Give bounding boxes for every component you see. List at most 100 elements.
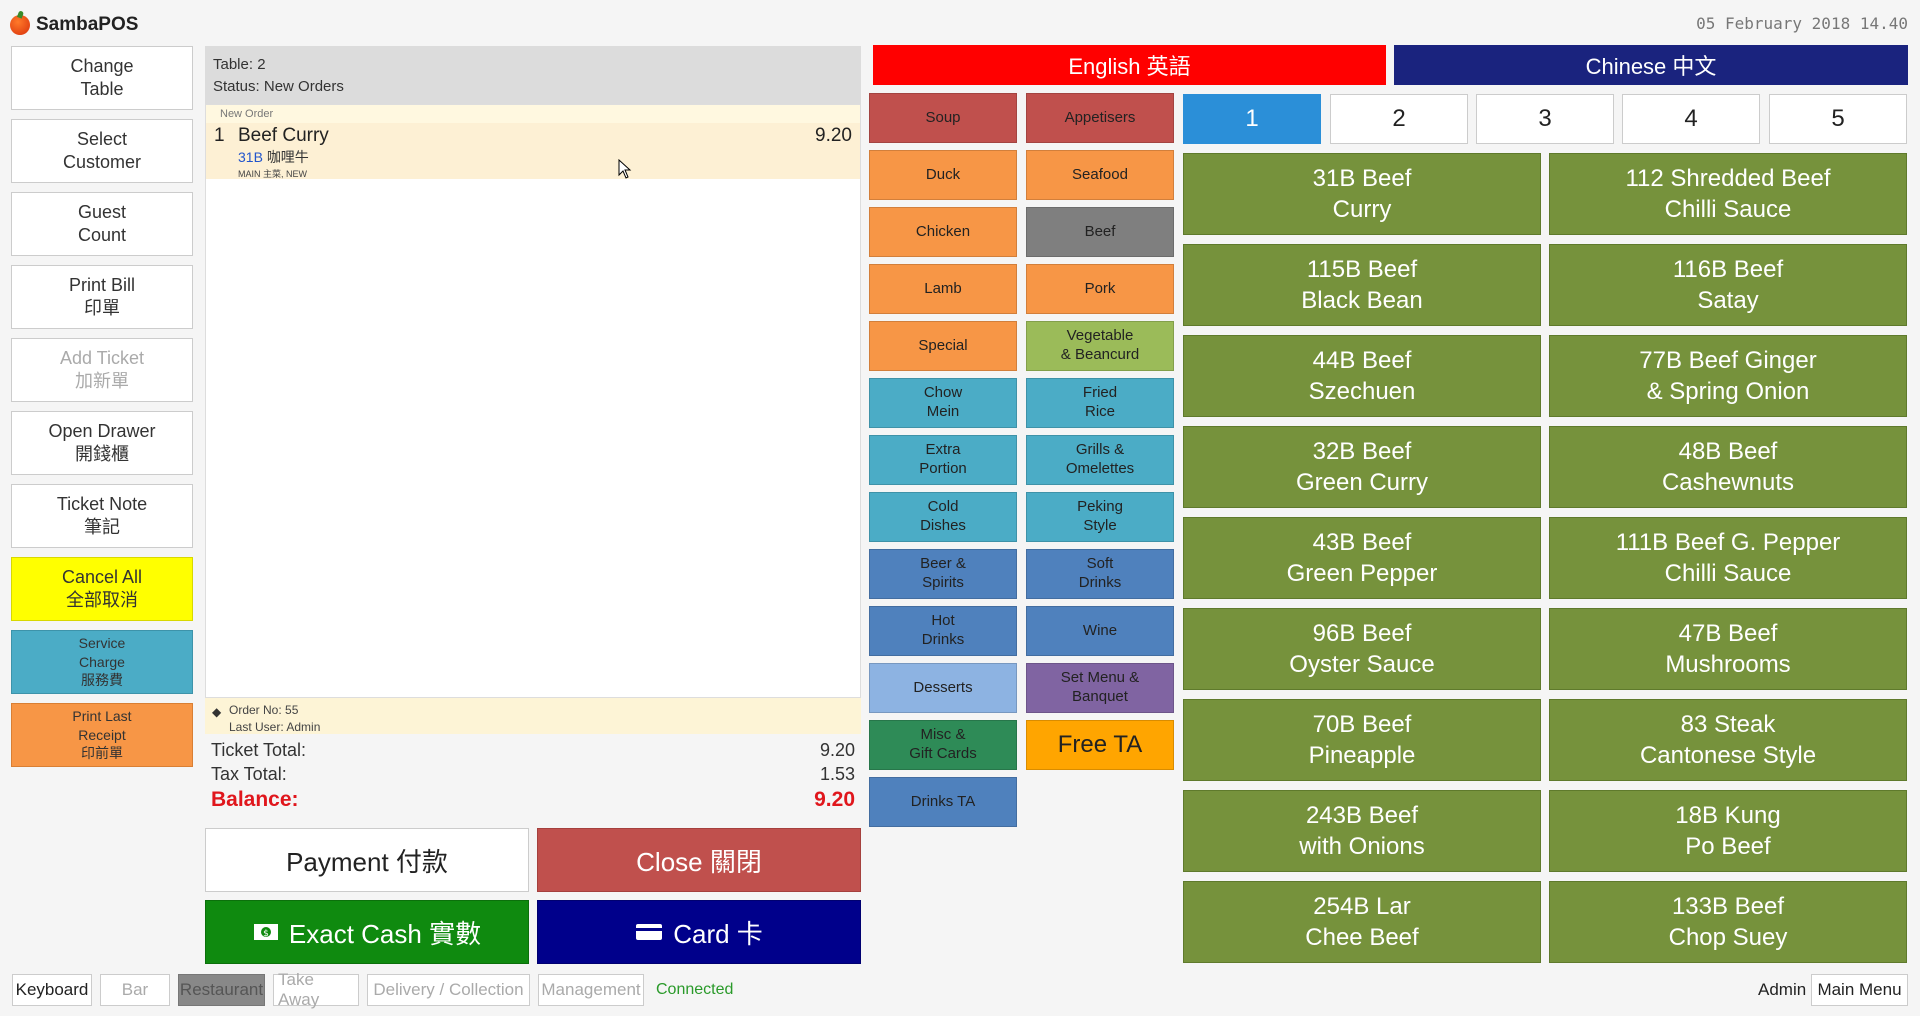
service-charge-button[interactable]: Service Charge 服務費 (11, 630, 193, 694)
svg-text:$: $ (263, 929, 269, 939)
print-bill-button[interactable]: Print Bill 印單 (11, 265, 193, 329)
menu-item[interactable]: 112 Shredded Beef Chilli Sauce (1549, 153, 1907, 235)
management-button[interactable]: Management (538, 974, 644, 1006)
menu-item[interactable]: 111B Beef G. Pepper Chilli Sauce (1549, 517, 1907, 599)
cash-icon: $ (253, 924, 278, 940)
order-cn-name: 咖哩牛 (266, 149, 309, 165)
menu-item[interactable]: 83 Steak Cantonese Style (1549, 699, 1907, 781)
menu-item[interactable]: 31B Beef Curry (1183, 153, 1541, 235)
order-price: 9.20 (815, 125, 852, 146)
tomato-logo-icon (10, 15, 30, 35)
order-tags: MAIN 主菜, NEW (238, 169, 307, 179)
delivery-collection-button[interactable]: Delivery / Collection (367, 974, 530, 1006)
cancel-all-button[interactable]: Cancel All 全部取消 (11, 557, 193, 621)
keyboard-button[interactable]: Keyboard (12, 974, 92, 1006)
menu-item[interactable]: 115B Beef Black Bean (1183, 244, 1541, 326)
category-extra-portion[interactable]: Extra Portion (869, 435, 1017, 485)
page-1-button[interactable]: 1 (1183, 94, 1321, 144)
ticket-totals: Ticket Total: 9.20 Tax Total: 1.53 Balance… (205, 740, 861, 818)
ticket-total-value: 9.20 (819, 740, 855, 760)
balance-label: Balance: (211, 788, 299, 811)
menu-item[interactable]: 254B Lar Chee Beef (1183, 881, 1541, 963)
order-name: Beef Curry (238, 125, 329, 146)
category-soup[interactable]: Soup (869, 93, 1017, 143)
page-2-button[interactable]: 2 (1330, 94, 1468, 144)
category-fried-rice[interactable]: Fried Rice (1026, 378, 1174, 428)
menu-item[interactable]: 32B Beef Green Curry (1183, 426, 1541, 508)
ticket-orders[interactable]: New Order 1 Beef Curry 9.20 31B 咖哩牛 MAIN… (205, 104, 861, 698)
menu-item[interactable]: 47B Beef Mushrooms (1549, 608, 1907, 690)
print-last-receipt-button[interactable]: Print Last Receipt 印前單 (11, 703, 193, 767)
category-beer-spirits[interactable]: Beer & Spirits (869, 549, 1017, 599)
guest-count-button[interactable]: Guest Count (11, 192, 193, 256)
restaurant-button[interactable]: Restaurant (178, 974, 265, 1006)
menu-item[interactable]: 243B Beef with Onions (1183, 790, 1541, 872)
category-cold-dishes[interactable]: Cold Dishes (869, 492, 1017, 542)
category-peking-style[interactable]: Peking Style (1026, 492, 1174, 542)
pos-screen: SambaPOS 05 February 2018 14.40 Change Ta… (0, 0, 1920, 1016)
ticket-info: ◆ Order No: 55 Last User: Admin (205, 698, 861, 734)
category-chow-mein[interactable]: Chow Mein (869, 378, 1017, 428)
bar-button[interactable]: Bar (100, 974, 170, 1006)
select-customer-button[interactable]: Select Customer (11, 119, 193, 183)
ticket-status: Status: New Orders (213, 77, 344, 95)
category-lamb[interactable]: Lamb (869, 264, 1017, 314)
page-3-button[interactable]: 3 (1476, 94, 1614, 144)
order-row[interactable]: 1 Beef Curry 9.20 31B 咖哩牛 MAIN 主菜, NEW (206, 123, 860, 179)
tax-total-value: 1.53 (819, 764, 855, 784)
datetime: 05 February 2018 14.40 (1696, 14, 1908, 33)
ticket-table: Table: 2 (213, 56, 266, 73)
menu-item[interactable]: 96B Beef Oyster Sauce (1183, 608, 1541, 690)
category-hot-drinks[interactable]: Hot Drinks (869, 606, 1017, 656)
category-vegetable-beancurd[interactable]: Vegetable & Beancurd (1026, 321, 1174, 371)
category-drinks-ta[interactable]: Drinks TA (869, 777, 1017, 827)
category-duck[interactable]: Duck (869, 150, 1017, 200)
category-set-menu-banquet[interactable]: Set Menu & Banquet (1026, 663, 1174, 713)
main-menu-button[interactable]: Main Menu (1811, 974, 1908, 1006)
department-chinese[interactable]: Chinese 中文 (1394, 45, 1908, 85)
current-user: Admin (1758, 980, 1807, 999)
app-title: SambaPOS (36, 14, 139, 35)
category-beef[interactable]: Beef (1026, 207, 1174, 257)
close-button[interactable]: Close 關閉 (537, 828, 861, 892)
menu-item[interactable]: 44B Beef Szechuen (1183, 335, 1541, 417)
category-grills-omelettes[interactable]: Grills & Omelettes (1026, 435, 1174, 485)
category-free-ta[interactable]: Free TA (1026, 720, 1174, 770)
order-group-label: New Order (206, 105, 860, 123)
category-appetisers[interactable]: Appetisers (1026, 93, 1174, 143)
category-desserts[interactable]: Desserts (869, 663, 1017, 713)
ticket-note-button[interactable]: Ticket Note 筆記 (11, 484, 193, 548)
mouse-cursor-icon (618, 159, 632, 179)
exact-cash-button[interactable]: $ Exact Cash 實數 (205, 900, 529, 964)
page-5-button[interactable]: 5 (1769, 94, 1907, 144)
menu-item[interactable]: 18B Kung Po Beef (1549, 790, 1907, 872)
category-pork[interactable]: Pork (1026, 264, 1174, 314)
change-table-button[interactable]: Change Table (11, 46, 193, 110)
tag-icon: ◆ (212, 705, 222, 719)
category-misc-gift-cards[interactable]: Misc & Gift Cards (869, 720, 1017, 770)
category-soft-drinks[interactable]: Soft Drinks (1026, 549, 1174, 599)
department-english[interactable]: English 英語 (873, 45, 1386, 85)
menu-item[interactable]: 116B Beef Satay (1549, 244, 1907, 326)
ticket-header: Table: 2 Status: New Orders (205, 46, 861, 104)
category-special[interactable]: Special (869, 321, 1017, 371)
card-button[interactable]: Card 卡 (537, 900, 861, 964)
order-qty: 1 (214, 125, 225, 146)
ticket-total-label: Ticket Total: (211, 740, 307, 760)
category-wine[interactable]: Wine (1026, 606, 1174, 656)
tax-total-label: Tax Total: (211, 764, 287, 784)
category-chicken[interactable]: Chicken (869, 207, 1017, 257)
menu-item[interactable]: 70B Beef Pineapple (1183, 699, 1541, 781)
menu-item[interactable]: 43B Beef Green Pepper (1183, 517, 1541, 599)
page-4-button[interactable]: 4 (1622, 94, 1760, 144)
order-code: 31B (238, 149, 263, 165)
menu-item[interactable]: 77B Beef Ginger & Spring Onion (1549, 335, 1907, 417)
menu-item[interactable]: 133B Beef Chop Suey (1549, 881, 1907, 963)
last-user: Last User: Admin (229, 719, 321, 734)
take-away-button[interactable]: Take Away (273, 970, 359, 1009)
open-drawer-button[interactable]: Open Drawer 開錢櫃 (11, 411, 193, 475)
add-ticket-button[interactable]: Add Ticket 加新單 (11, 338, 193, 402)
menu-item[interactable]: 48B Beef Cashewnuts (1549, 426, 1907, 508)
payment-button[interactable]: Payment 付款 (205, 828, 529, 892)
category-seafood[interactable]: Seafood (1026, 150, 1174, 200)
